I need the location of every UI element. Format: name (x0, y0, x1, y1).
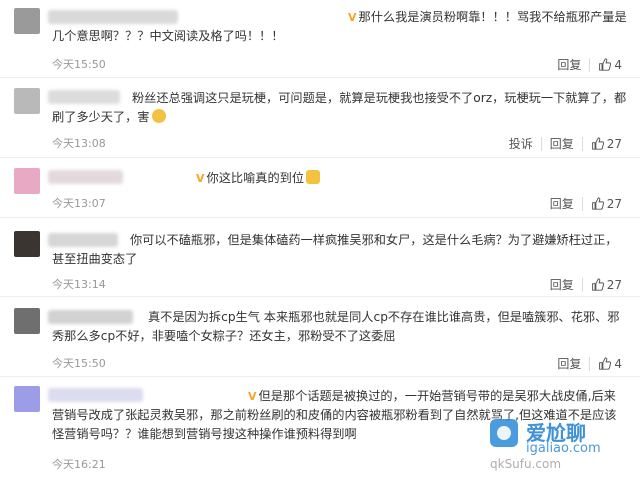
divider (0, 376, 640, 377)
thumbs-up-icon (599, 357, 612, 370)
thumbs-up-icon (591, 278, 604, 291)
like-count: 27 (606, 196, 622, 211)
reply-button[interactable]: 回复 (557, 56, 581, 73)
divider (540, 136, 542, 151)
avatar[interactable] (14, 386, 40, 412)
divider (0, 77, 640, 78)
like-button[interactable]: 27 (591, 197, 622, 211)
like-count: 27 (606, 136, 622, 151)
comment-time: 今天15:50 (52, 58, 106, 71)
watermark-sub: qkSufu.com (490, 457, 562, 471)
divider (0, 157, 640, 158)
comment-actions: 回复 27 (542, 276, 622, 293)
like-button[interactable]: 27 (591, 137, 622, 151)
like-button[interactable]: 27 (591, 278, 622, 292)
thumbs-up-icon (591, 197, 604, 210)
comment-text: V 那什么我是演员粉啊靠！！！骂我不给瓶邪产量是几个意思啊？？？中文阅读及格了吗！… (52, 8, 627, 46)
divider (0, 296, 640, 297)
comment-actions: 回复 27 (542, 195, 622, 212)
thumbs-up-icon (591, 137, 604, 150)
divider (589, 57, 591, 72)
avatar[interactable] (14, 231, 40, 257)
divider (581, 136, 583, 151)
divider (0, 217, 640, 218)
comment-text: 你可以不磕瓶邪，但是集体磕药一样疯推吴邪和女尸，这是什么毛病？为了避嫌矫枉过正，… (52, 231, 627, 269)
comment-time: 今天13:14 (52, 278, 106, 291)
avatar[interactable] (14, 168, 40, 194)
report-button[interactable]: 投诉 (509, 135, 533, 152)
comment-text: V 你这比喻真的到位 (52, 169, 627, 188)
comment-body: 真不是因为拆cp生气 本来瓶邪也就是同人cp不存在谁比谁高贵，但是嗑簇邪、花邪、… (52, 310, 620, 343)
divider (581, 196, 583, 211)
comment-body: 你可以不磕瓶邪，但是集体磕药一样疯推吴邪和女尸，这是什么毛病？为了避嫌矫枉过正，… (52, 233, 618, 266)
divider (581, 277, 583, 292)
like-count: 4 (614, 57, 622, 72)
thumbs-up-icon (599, 58, 612, 71)
verified-badge: V (196, 172, 205, 185)
reply-button[interactable]: 回复 (550, 195, 574, 212)
like-button[interactable]: 4 (598, 357, 622, 371)
comment-actions: 回复 4 (549, 56, 622, 73)
watermark-domain: igaliao.com (526, 441, 601, 456)
comment-text: 粉丝还总强调这只是玩梗，可问题是，就算是玩梗我也接受不了orz，玩梗玩一下就算了… (52, 89, 627, 127)
like-count: 4 (614, 356, 622, 371)
like-count: 27 (606, 277, 622, 292)
comment-text: 真不是因为拆cp生气 本来瓶邪也就是同人cp不存在谁比谁高贵，但是嗑簇邪、花邪、… (52, 308, 627, 346)
reply-button[interactable]: 回复 (557, 355, 581, 372)
reply-button[interactable]: 回复 (550, 135, 574, 152)
verified-badge: V (248, 390, 257, 403)
comment-actions: 回复 4 (549, 355, 622, 372)
comment-time: 今天13:08 (52, 137, 106, 150)
comment-body: 你这比喻真的到位 (206, 171, 305, 185)
comment-time: 今天13:07 (52, 197, 106, 210)
clapping-emoji-icon (306, 170, 321, 184)
reply-button[interactable]: 回复 (550, 276, 574, 293)
watermark: 爱尬聊 igaliao.com qkSufu.com (486, 413, 636, 475)
avatar[interactable] (14, 8, 40, 34)
comment-time: 今天16:21 (52, 458, 106, 471)
comment-actions: 投诉 回复 27 (501, 135, 622, 152)
divider (589, 356, 591, 371)
verified-badge: V (348, 11, 357, 24)
laughing-emoji-icon (151, 109, 166, 123)
like-button[interactable]: 4 (598, 58, 622, 72)
comment-time: 今天15:50 (52, 357, 106, 370)
avatar[interactable] (14, 308, 40, 334)
avatar[interactable] (14, 88, 40, 114)
comment-body: 粉丝还总强调这只是玩梗，可问题是，就算是玩梗我也接受不了orz，玩梗玩一下就算了… (52, 91, 627, 124)
